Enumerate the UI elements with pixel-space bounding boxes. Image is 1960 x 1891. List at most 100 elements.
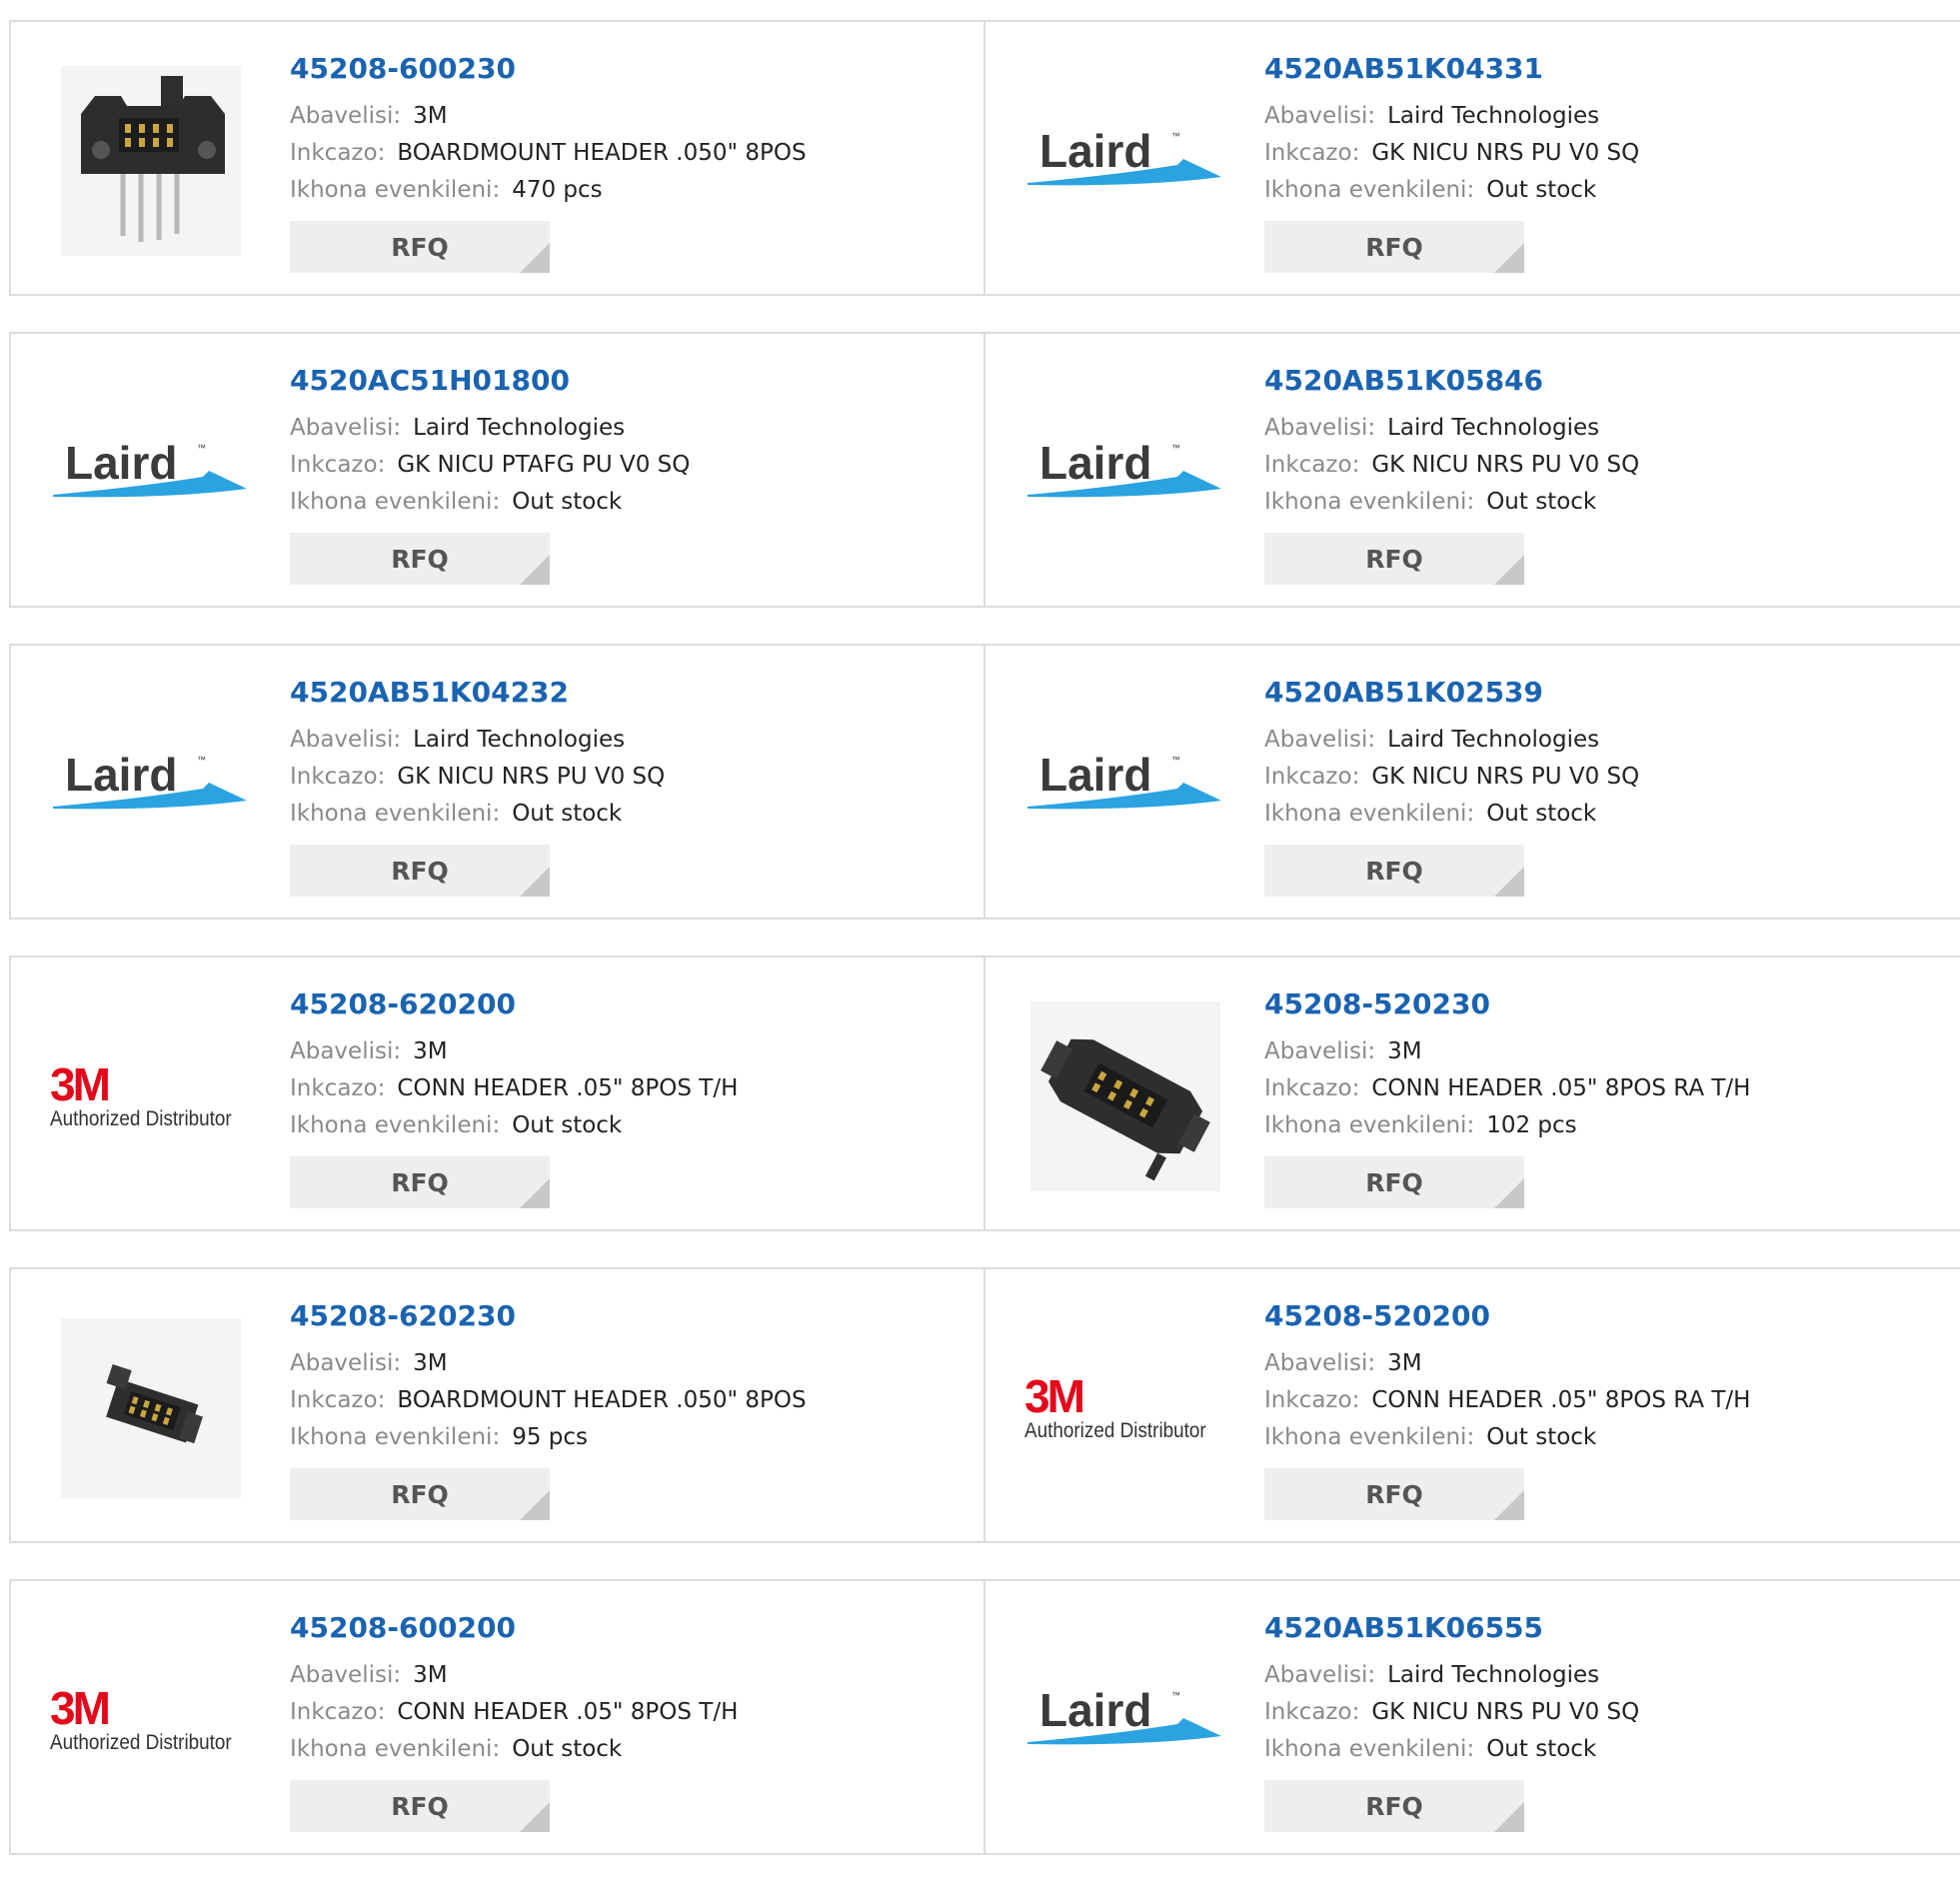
- part-number-link[interactable]: 4520AB51K06555: [1264, 1611, 1639, 1645]
- product-image[interactable]: Laird ™: [1025, 373, 1225, 573]
- product-image[interactable]: Laird ™: [51, 685, 251, 885]
- product-image[interactable]: Laird ™: [1025, 61, 1225, 261]
- 3m-authorized-distributor-logo: 3M Authorized Distributor: [1024, 1373, 1226, 1443]
- product-row: Laird ™ 4520AB51K04232 Abavelisi: Laird T…: [9, 644, 1960, 920]
- rfq-button[interactable]: RFQ: [1264, 1468, 1524, 1520]
- stock-label: Ikhona evenkileni:: [290, 1736, 501, 1762]
- rfq-button[interactable]: RFQ: [1264, 845, 1524, 897]
- part-number-link[interactable]: 45208-620230: [290, 1299, 807, 1333]
- rfq-button[interactable]: RFQ: [290, 533, 550, 585]
- product-row: 3M Authorized Distributor 45208-620200 A…: [9, 955, 1960, 1231]
- trademark-text: ™: [1171, 755, 1180, 765]
- part-number-link[interactable]: 4520AB51K04331: [1264, 52, 1639, 86]
- description-row: Inkcazo: CONN HEADER .05" 8POS T/H: [290, 1070, 738, 1107]
- manufacturer-label: Abavelisi:: [290, 1038, 402, 1064]
- rfq-button[interactable]: RFQ: [290, 845, 550, 897]
- manufacturer-label: Abavelisi:: [1264, 103, 1376, 129]
- part-number-link[interactable]: 45208-600200: [290, 1611, 738, 1645]
- description-row: Inkcazo: CONN HEADER .05" 8POS RA T/H: [1264, 1382, 1750, 1419]
- rfq-button[interactable]: RFQ: [290, 1156, 550, 1208]
- stock-value: Out stock: [512, 489, 623, 515]
- product-image[interactable]: [1025, 996, 1225, 1196]
- rfq-button[interactable]: RFQ: [1264, 221, 1524, 273]
- product-image[interactable]: Laird ™: [1025, 1620, 1225, 1820]
- rfq-label: RFQ: [1365, 856, 1423, 886]
- corner-fold-icon: [1494, 555, 1524, 585]
- description-row: Inkcazo: GK NICU NRS PU V0 SQ: [290, 759, 665, 796]
- manufacturer-value: Laird Technologies: [1387, 1662, 1600, 1688]
- product-image[interactable]: 3M Authorized Distributor: [1024, 1308, 1226, 1508]
- product-image[interactable]: 3M Authorized Distributor: [50, 1620, 251, 1820]
- description-label: Inkcazo:: [290, 1387, 386, 1413]
- part-number-link[interactable]: 4520AB51K02539: [1264, 676, 1639, 710]
- rfq-button[interactable]: RFQ: [290, 1780, 550, 1832]
- laird-logo-text: Laird: [1039, 749, 1151, 801]
- connector-upright-photo: [61, 66, 241, 256]
- stock-row: Ikhona evenkileni: Out stock: [290, 1731, 738, 1768]
- 3m-logo-mark: 3M: [50, 1682, 111, 1734]
- product-card: Laird ™ 4520AB51K05846 Abavelisi: Laird T…: [985, 334, 1960, 606]
- rfq-button[interactable]: RFQ: [290, 1468, 550, 1520]
- stock-value: Out stock: [512, 1736, 623, 1762]
- product-image[interactable]: Laird ™: [1025, 685, 1225, 885]
- stock-label: Ikhona evenkileni:: [290, 801, 501, 827]
- description-value: GK NICU NRS PU V0 SQ: [1371, 764, 1640, 790]
- part-number-link[interactable]: 4520AC51H01800: [290, 364, 690, 398]
- stock-label: Ikhona evenkileni:: [1264, 489, 1475, 515]
- stock-row: Ikhona evenkileni: Out stock: [290, 796, 665, 833]
- 3m-logo-mark: 3M: [1024, 1370, 1085, 1422]
- product-image[interactable]: Laird ™: [51, 373, 251, 573]
- product-info: 45208-520230 Abavelisi: 3M Inkcazo: CONN H…: [1264, 987, 1750, 1208]
- product-image[interactable]: [51, 61, 251, 261]
- rfq-button[interactable]: RFQ: [1264, 1780, 1524, 1832]
- manufacturer-row: Abavelisi: Laird Technologies: [1264, 410, 1639, 447]
- description-row: Inkcazo: CONN HEADER .05" 8POS T/H: [290, 1694, 738, 1731]
- stock-value: Out stock: [512, 1112, 623, 1138]
- laird-logo: Laird ™: [1027, 1684, 1221, 1745]
- rfq-button[interactable]: RFQ: [290, 221, 550, 273]
- rfq-button[interactable]: RFQ: [1264, 533, 1524, 585]
- manufacturer-row: Abavelisi: 3M: [290, 98, 807, 135]
- description-value: CONN HEADER .05" 8POS T/H: [397, 1699, 739, 1725]
- product-info: 45208-520200 Abavelisi: 3M Inkcazo: CONN H…: [1264, 1299, 1750, 1520]
- part-number-link[interactable]: 45208-520230: [1264, 987, 1750, 1021]
- stock-label: Ikhona evenkileni:: [1264, 801, 1475, 827]
- description-row: Inkcazo: GK NICU NRS PU V0 SQ: [1264, 1694, 1639, 1731]
- rfq-label: RFQ: [391, 1479, 449, 1509]
- manufacturer-row: Abavelisi: Laird Technologies: [1264, 98, 1639, 135]
- rfq-button[interactable]: RFQ: [1264, 1156, 1524, 1208]
- manufacturer-label: Abavelisi:: [1264, 1038, 1376, 1064]
- product-info: 4520AB51K04232 Abavelisi: Laird Technolog…: [290, 676, 665, 897]
- stock-label: Ikhona evenkileni:: [1264, 177, 1475, 203]
- manufacturer-label: Abavelisi:: [1264, 1662, 1376, 1688]
- manufacturer-value: 3M: [413, 1038, 448, 1064]
- stock-value: Out stock: [1486, 489, 1597, 515]
- part-number-link[interactable]: 4520AB51K05846: [1264, 364, 1639, 398]
- part-number-link[interactable]: 45208-620200: [290, 987, 738, 1021]
- manufacturer-row: Abavelisi: 3M: [1264, 1033, 1750, 1070]
- trademark-text: ™: [197, 443, 206, 453]
- description-row: Inkcazo: GK NICU PTAFG PU V0 SQ: [290, 447, 690, 484]
- stock-label: Ikhona evenkileni:: [290, 1424, 501, 1450]
- part-number-link[interactable]: 45208-600230: [290, 52, 807, 86]
- manufacturer-value: Laird Technologies: [1387, 727, 1600, 753]
- product-image[interactable]: [51, 1308, 251, 1508]
- product-image[interactable]: 3M Authorized Distributor: [50, 996, 251, 1196]
- description-value: GK NICU NRS PU V0 SQ: [397, 764, 666, 790]
- manufacturer-row: Abavelisi: Laird Technologies: [290, 410, 690, 447]
- description-label: Inkcazo:: [1264, 452, 1360, 478]
- laird-logo-text: Laird: [65, 437, 177, 489]
- part-number-link[interactable]: 45208-520200: [1264, 1299, 1750, 1333]
- description-row: Inkcazo: BOARDMOUNT HEADER .050" 8POS: [290, 135, 807, 172]
- corner-fold-icon: [520, 555, 550, 585]
- rfq-label: RFQ: [391, 1791, 449, 1821]
- laird-logo: Laird ™: [53, 749, 247, 810]
- description-value: CONN HEADER .05" 8POS RA T/H: [1371, 1075, 1751, 1101]
- description-label: Inkcazo:: [1264, 1387, 1360, 1413]
- manufacturer-row: Abavelisi: 3M: [290, 1657, 738, 1694]
- corner-fold-icon: [1494, 1178, 1524, 1208]
- part-number-link[interactable]: 4520AB51K04232: [290, 676, 665, 710]
- rfq-label: RFQ: [1365, 544, 1423, 574]
- stock-label: Ikhona evenkileni:: [290, 489, 501, 515]
- laird-logo-text: Laird: [1039, 437, 1151, 489]
